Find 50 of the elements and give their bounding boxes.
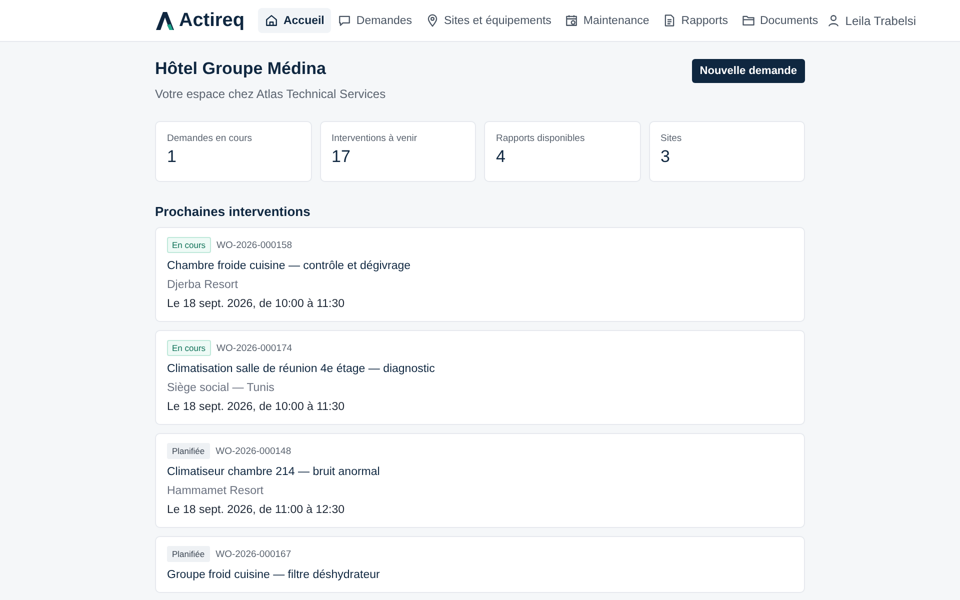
intervention-title: Climatiseur chambre 214 — bruit anormal [167, 466, 381, 478]
home-icon [265, 14, 278, 27]
calendar-icon [565, 14, 578, 27]
intervention-card[interactable]: En cours WO-2026-000174 Climatisation salle de réunion 4e étage — diagnostic Siège social — Tunis Le 18 sept. 2026, de 10:00 à 11:30 [155, 330, 805, 425]
stat-value: 3 [660, 147, 671, 167]
site-name: Hammamet Resort [167, 485, 264, 497]
user-icon [827, 14, 840, 27]
brand-name: Actireq [179, 10, 244, 32]
map-pin-icon [426, 14, 440, 27]
site-name: Djerba Resort [167, 279, 239, 291]
section-title: Prochaines interventions [155, 204, 312, 219]
nav-tab[interactable]: Maintenance [558, 8, 656, 33]
nav-tab[interactable]: Sites et équipements [419, 8, 558, 33]
work-order-number: WO-2026-000174 [216, 342, 292, 354]
intervention-title: Groupe froid cuisine — filtre déshydrateur [167, 569, 381, 581]
intervention-card[interactable]: En cours WO-2026-000158 Chambre froide cuisine — contrôle et dégivrage Djerba Resort Le 18 sept. 2026, de 10:00 à 11:30 [155, 227, 805, 322]
page-title: Hôtel Groupe Médina [155, 59, 327, 79]
intervention-card[interactable]: Planifiée WO-2026-000148 Climatiseur chambre 214 — bruit anormal Hammamet Resort Le 18 sept. 2026, de 11:00 à 12:30 [155, 433, 805, 528]
stat-value: 17 [332, 147, 352, 167]
stat-value: 1 [167, 147, 178, 167]
status-badge: Planifiée [167, 443, 210, 459]
stat-value: 4 [496, 147, 506, 167]
status-badge: Planifiée [167, 546, 210, 562]
site-name: Siège social — Tunis [167, 382, 276, 394]
schedule-time: Le 18 sept. 2026, de 10:00 à 11:30 [167, 298, 346, 310]
stat-label: Interventions à venir [332, 133, 418, 144]
intervention-card[interactable]: Planifiée WO-2026-000167 Groupe froid cuisine — filtre déshydrateur [155, 536, 805, 593]
intervention-title: Climatisation salle de réunion 4e étage — diagnostic [167, 363, 436, 375]
nav-tab[interactable]: Rapports [656, 8, 735, 33]
nav-tab[interactable]: Documents [734, 8, 826, 33]
user-menu[interactable]: Leila Trabelsi [827, 14, 916, 28]
status-badge: En cours [167, 237, 211, 253]
schedule-time: Le 18 sept. 2026, de 11:00 à 12:30 [167, 504, 346, 516]
work-order-number: WO-2026-000158 [216, 240, 292, 250]
folder-icon [742, 14, 755, 27]
chat-bubble-icon [338, 14, 352, 27]
new-request-button[interactable]: Nouvelle demande [692, 59, 805, 83]
stat-label: Rapports disponibles [496, 133, 586, 144]
stat-label: Demandes en cours [167, 133, 254, 144]
nav-tab[interactable]: Accueil [258, 8, 332, 33]
nav-tab[interactable]: Demandes [331, 8, 420, 33]
logo-icon [155, 10, 175, 30]
page-subtitle: Votre espace chez Atlas Technical Services [155, 87, 386, 101]
stat-label: Sites [660, 133, 683, 144]
document-icon [663, 14, 676, 27]
status-badge: En cours [167, 340, 211, 356]
work-order-number: WO-2026-000148 [216, 446, 292, 456]
intervention-title: Chambre froide cuisine — contrôle et dégivrage [167, 260, 412, 272]
work-order-number: WO-2026-000167 [216, 548, 292, 560]
schedule-time: Le 18 sept. 2026, de 10:00 à 11:30 [167, 401, 346, 413]
